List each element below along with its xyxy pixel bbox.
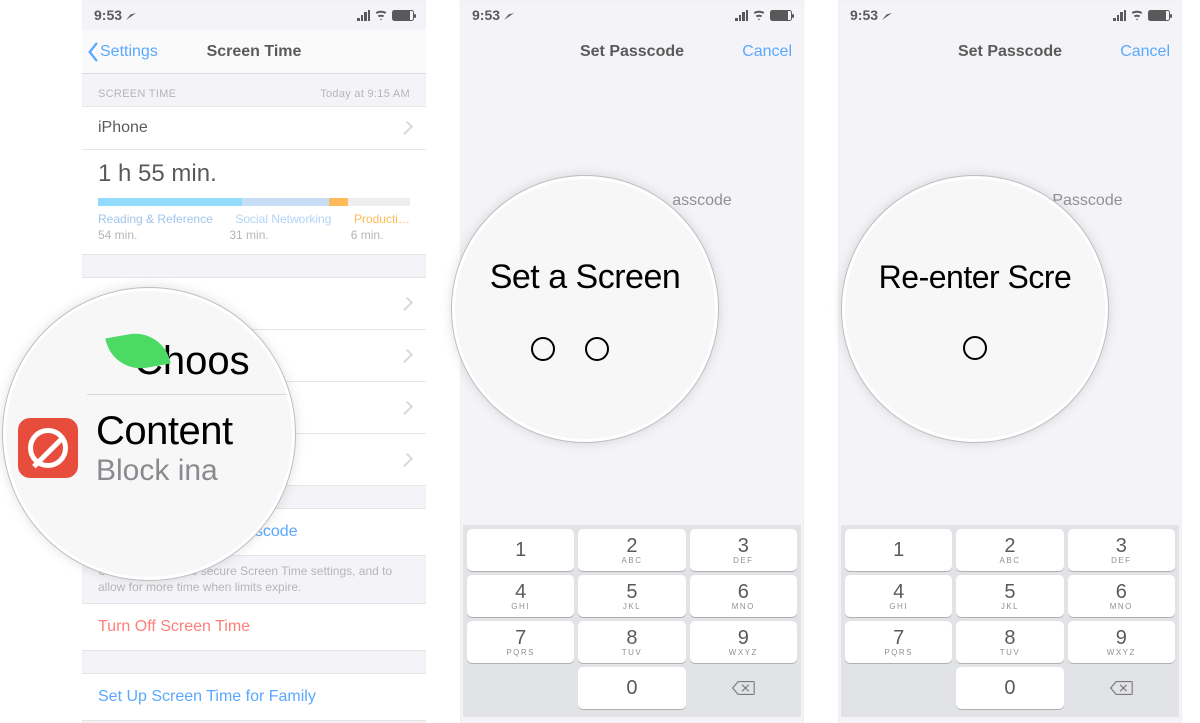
turn-off-link[interactable]: Turn Off Screen Time [82, 603, 426, 651]
status-bar: 9:53 [460, 0, 804, 30]
cancel-button[interactable]: Cancel [1120, 43, 1170, 61]
key-2[interactable]: 2ABC [956, 529, 1063, 571]
section-header-label: SCREEN TIME [98, 88, 176, 100]
magnifier-content-restrictions: Choos Content Block ina [3, 288, 295, 580]
key-3[interactable]: 3DEF [690, 529, 797, 571]
mag-dots [963, 336, 987, 360]
cat-social: Social Networking [235, 212, 331, 226]
status-time: 9:53 [472, 7, 500, 23]
backspace-icon [731, 679, 755, 697]
chevron-right-icon [399, 452, 413, 466]
battery-icon [770, 10, 792, 21]
magnifier-set-screen: Set a Screen [452, 176, 718, 442]
device-label: iPhone [98, 119, 148, 137]
key-0[interactable]: 0 [578, 667, 685, 709]
usage-card[interactable]: 1 h 55 min. Reading & Reference Social N… [82, 150, 426, 255]
total-time: 1 h 55 min. [98, 160, 410, 188]
mag-dots [531, 337, 609, 361]
location-icon [882, 10, 892, 20]
cat-productivity: Producti… [354, 212, 410, 226]
key-9[interactable]: 9WXYZ [1068, 621, 1175, 663]
mag-title: Set a Screen [490, 258, 681, 297]
cell-signal-icon [735, 10, 748, 21]
status-time: 9:53 [94, 7, 122, 23]
key-4[interactable]: 4GHI [845, 575, 952, 617]
min1: 54 min. [98, 228, 137, 242]
key-delete[interactable] [1068, 667, 1175, 709]
location-icon [504, 10, 514, 20]
cell-signal-icon [1113, 10, 1126, 21]
cat-reading: Reading & Reference [98, 212, 213, 226]
numeric-keypad: 1 2ABC 3DEF 4GHI 5JKL 6MNO 7PQRS 8TUV 9W… [463, 525, 801, 717]
wifi-icon [752, 10, 766, 21]
mag-content-label: Content [96, 409, 233, 454]
nav-bar: Set Passcode Cancel [838, 30, 1182, 74]
location-icon [126, 10, 136, 20]
chevron-right-icon [399, 400, 413, 414]
key-3[interactable]: 3DEF [1068, 529, 1175, 571]
key-6[interactable]: 6MNO [1068, 575, 1175, 617]
min2: 31 min. [229, 228, 268, 242]
nav-bar: Settings Screen Time [82, 30, 426, 74]
wifi-icon [374, 10, 388, 21]
cell-signal-icon [357, 10, 370, 21]
mag-title: Re-enter Scre [879, 259, 1072, 296]
key-1[interactable]: 1 [845, 529, 952, 571]
key-7[interactable]: 7PQRS [845, 621, 952, 663]
cancel-button[interactable]: Cancel [742, 43, 792, 61]
key-8[interactable]: 8TUV [578, 621, 685, 663]
key-0[interactable]: 0 [956, 667, 1063, 709]
chevron-right-icon [399, 296, 413, 310]
status-time: 9:53 [850, 7, 878, 23]
device-cell[interactable]: iPhone [82, 106, 426, 150]
usage-categories: Reading & Reference Social Networking Pr… [98, 212, 410, 226]
section-header-time: Today at 9:15 AM [320, 88, 410, 100]
nav-title: Screen Time [82, 43, 426, 61]
key-7[interactable]: 7PQRS [467, 621, 574, 663]
status-bar: 9:53 [838, 0, 1182, 30]
family-link[interactable]: Set Up Screen Time for Family [82, 673, 426, 721]
key-delete[interactable] [690, 667, 797, 709]
magnifier-reenter-screen: Re-enter Scre [842, 176, 1108, 442]
section-header: SCREEN TIME Today at 9:15 AM [82, 74, 426, 106]
prohibit-icon [18, 418, 78, 478]
battery-icon [1148, 10, 1170, 21]
backspace-icon [1109, 679, 1133, 697]
key-2[interactable]: 2ABC [578, 529, 685, 571]
nav-bar: Set Passcode Cancel [460, 30, 804, 74]
key-5[interactable]: 5JKL [956, 575, 1063, 617]
numeric-keypad: 1 2ABC 3DEF 4GHI 5JKL 6MNO 7PQRS 8TUV 9W… [841, 525, 1179, 717]
battery-icon [392, 10, 414, 21]
chevron-right-icon [399, 121, 413, 135]
key-9[interactable]: 9WXYZ [690, 621, 797, 663]
min3: 6 min. [351, 228, 384, 242]
usage-minutes: 54 min. 31 min. 6 min. [98, 228, 410, 242]
status-bar: 9:53 [82, 0, 426, 30]
key-1[interactable]: 1 [467, 529, 574, 571]
key-8[interactable]: 8TUV [956, 621, 1063, 663]
chevron-right-icon [399, 348, 413, 362]
key-6[interactable]: 6MNO [690, 575, 797, 617]
key-5[interactable]: 5JKL [578, 575, 685, 617]
wifi-icon [1130, 10, 1144, 21]
usage-bar [98, 198, 410, 206]
key-4[interactable]: 4GHI [467, 575, 574, 617]
mag-block-label: Block ina [96, 454, 233, 488]
